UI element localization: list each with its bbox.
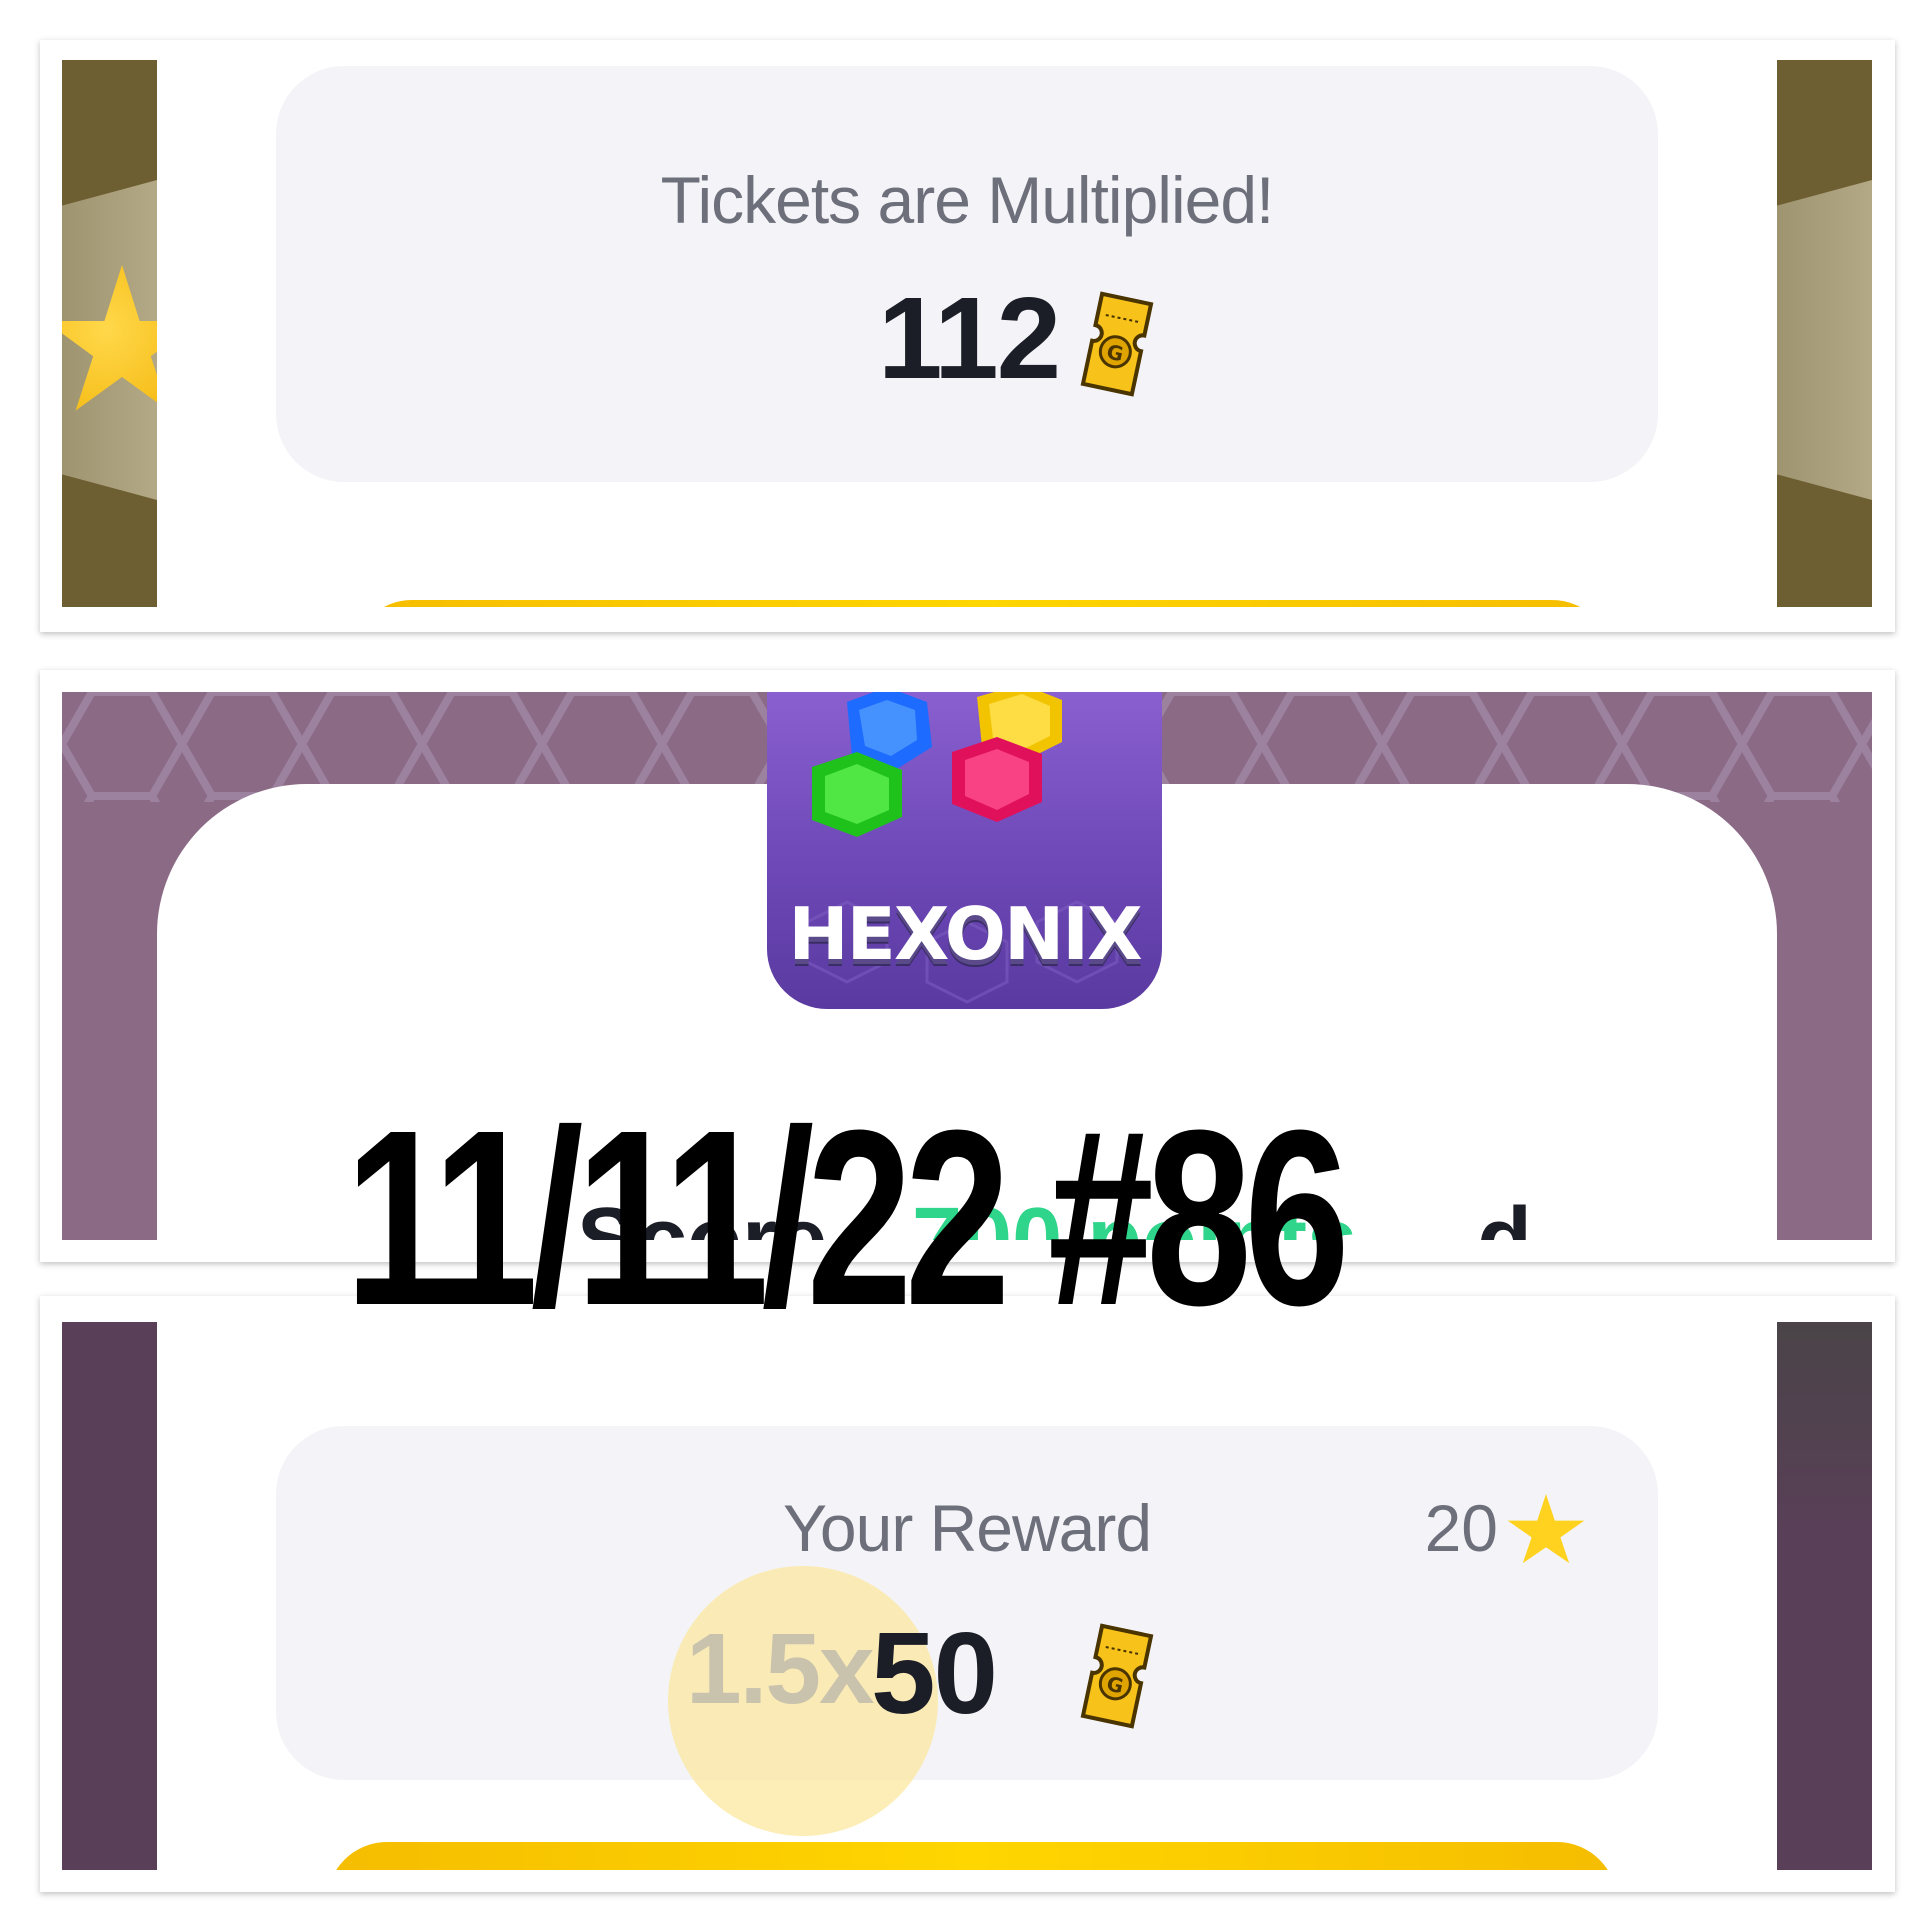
golden-ticket-icon: G [1080, 1623, 1154, 1729]
multiplier-label: 1.5x [686, 1613, 875, 1725]
right-background-edge [1777, 60, 1872, 607]
reward-card: Your Reward 20 1.5x 50 G [276, 1426, 1658, 1836]
score-suffix: d [1477, 1190, 1532, 1240]
game-title: HEXONIX [788, 892, 1142, 976]
reward-panel: Your Reward 20 1.5x 50 G [62, 1322, 1872, 1870]
right-background-edge [1777, 1322, 1872, 1870]
light-beam [1777, 180, 1872, 500]
star-count: 20 [1424, 1491, 1498, 1565]
ticket-count: 112 [878, 273, 1061, 403]
continue-button-edge[interactable] [352, 600, 1612, 607]
tickets-multiplied-title: Tickets are Multiplied! [660, 163, 1275, 237]
claim-button-edge[interactable] [327, 1842, 1617, 1870]
tickets-card: Tickets are Multiplied! 112 G [276, 66, 1658, 482]
left-background-edge [62, 1322, 157, 1870]
tickets-multiplied-panel: Tickets are Multiplied! 112 G [62, 60, 1872, 607]
date-tag-overlay: 11/11/22 #86 [345, 1078, 1350, 1357]
left-background-edge [62, 60, 157, 607]
hexonix-game-icon: HEXONIX [767, 692, 1162, 1009]
golden-ticket-icon: G [1080, 291, 1154, 397]
reward-ticket-count: 50 [871, 1608, 998, 1738]
